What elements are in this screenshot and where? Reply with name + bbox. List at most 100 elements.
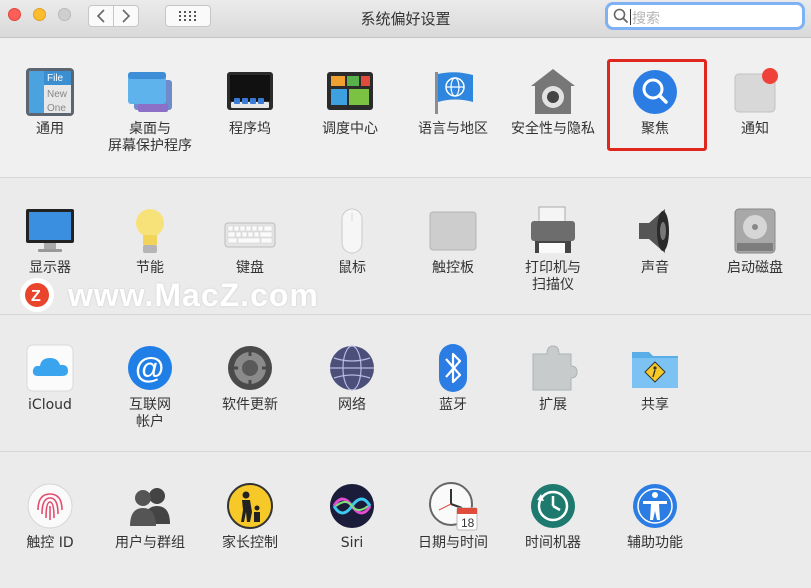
pref-sharing[interactable]: 共享	[605, 342, 705, 414]
pref-label: 用户与群组	[115, 535, 185, 551]
pref-startup-disk[interactable]: 启动磁盘	[705, 205, 805, 277]
bluetooth-icon	[427, 342, 479, 394]
pref-label: 鼠标	[338, 260, 366, 276]
mouse-icon	[326, 205, 378, 257]
pref-general[interactable]: File New One 通用	[0, 66, 100, 138]
pref-network[interactable]: 网络	[302, 342, 402, 414]
display-icon	[24, 205, 76, 257]
pref-date-time[interactable]: 18 日期与时间	[403, 480, 503, 552]
search-placeholder: 搜索	[632, 11, 660, 27]
pref-bluetooth[interactable]: 蓝牙	[403, 342, 503, 414]
pref-label: 语言与地区	[418, 121, 488, 137]
pref-touch-id[interactable]: 触控 ID	[0, 480, 100, 552]
pref-dock[interactable]: 程序坞	[200, 66, 300, 138]
pref-label: 扩展	[539, 397, 567, 413]
pref-siri[interactable]: Siri	[302, 480, 402, 552]
pref-label: 启动磁盘	[727, 260, 783, 276]
touch-id-icon	[24, 480, 76, 532]
pref-label: 互联网	[129, 397, 171, 413]
pref-label: 网络	[338, 397, 366, 413]
pref-accessibility[interactable]: 辅助功能	[605, 480, 705, 552]
startup-disk-icon	[729, 205, 781, 257]
pref-label-line2: 屏幕保护程序	[108, 138, 192, 154]
pref-label: 软件更新	[222, 397, 278, 413]
watermark-text: www.MacZ.com	[68, 276, 319, 313]
mission-control-icon	[324, 66, 376, 118]
pref-label: 键盘	[236, 260, 264, 276]
pref-label-line2: 帐户	[136, 414, 164, 430]
pref-security-privacy[interactable]: 安全性与隐私	[503, 66, 603, 138]
spotlight-highlight-box	[607, 59, 707, 151]
pref-label: 安全性与隐私	[511, 121, 595, 137]
general-icon-text-2: New	[47, 89, 68, 100]
users-groups-icon	[124, 480, 176, 532]
pref-extensions[interactable]: 扩展	[503, 342, 603, 414]
accessibility-icon	[629, 480, 681, 532]
pref-notifications[interactable]: 通知	[705, 66, 805, 138]
pref-desktop-screensaver[interactable]: 桌面与 屏幕保护程序	[100, 66, 200, 155]
pref-label: 桌面与	[129, 121, 171, 137]
language-region-icon	[427, 66, 479, 118]
parental-controls-icon	[224, 480, 276, 532]
pref-keyboard[interactable]: 键盘	[200, 205, 300, 277]
title-bar: 系统偏好设置 搜索	[0, 0, 811, 38]
pref-label: 蓝牙	[439, 397, 467, 413]
pref-label: 时间机器	[525, 535, 581, 551]
pref-displays[interactable]: 显示器	[0, 205, 100, 277]
pref-label: 通用	[36, 121, 64, 137]
pref-label: 触控板	[432, 260, 474, 276]
desktop-screensaver-icon	[124, 66, 176, 118]
general-icon: File New One	[24, 66, 76, 118]
general-icon-text-1: File	[47, 73, 64, 84]
pref-label-line2: 扫描仪	[532, 277, 574, 293]
pref-internet-accounts[interactable]: @ 互联网 帐户	[100, 342, 200, 431]
pref-sound[interactable]: 声音	[605, 205, 705, 277]
text-cursor	[630, 9, 631, 25]
pref-label: 显示器	[29, 260, 71, 276]
printer-icon	[527, 205, 579, 257]
pref-language-region[interactable]: 语言与地区	[403, 66, 503, 138]
pref-label: 共享	[641, 397, 669, 413]
pref-trackpad[interactable]: 触控板	[403, 205, 503, 277]
network-icon	[326, 342, 378, 394]
pref-label: 节能	[136, 260, 164, 276]
pref-label: 日期与时间	[418, 535, 488, 551]
energy-saver-icon	[124, 205, 176, 257]
trackpad-icon	[427, 205, 479, 257]
notifications-icon	[729, 66, 781, 118]
internet-accounts-icon: @	[124, 342, 176, 394]
software-update-icon	[224, 342, 276, 394]
pref-label: 声音	[641, 260, 669, 276]
pref-label: 打印机与	[525, 260, 581, 276]
pref-icloud[interactable]: iCloud	[0, 342, 100, 414]
watermark-logo-letter: Z	[31, 288, 41, 305]
sharing-icon	[629, 342, 681, 394]
pref-mission-control[interactable]: 调度中心	[300, 66, 400, 138]
macz-logo-icon: Z	[20, 278, 54, 312]
icloud-icon	[24, 342, 76, 394]
pref-label: 辅助功能	[627, 535, 683, 551]
date-time-icon: 18	[427, 480, 479, 532]
pref-energy-saver[interactable]: 节能	[100, 205, 200, 277]
sound-icon	[629, 205, 681, 257]
pref-label: 通知	[741, 121, 769, 137]
search-field[interactable]: 搜索	[605, 2, 805, 30]
extensions-icon	[527, 342, 579, 394]
pref-software-update[interactable]: 软件更新	[200, 342, 300, 414]
pref-time-machine[interactable]: 时间机器	[503, 480, 603, 552]
pref-label: 调度中心	[322, 121, 378, 137]
dock-icon	[224, 66, 276, 118]
time-machine-icon	[527, 480, 579, 532]
watermark: Z www.MacZ.com	[20, 277, 319, 313]
pref-label: Siri	[340, 535, 364, 551]
keyboard-icon	[224, 205, 276, 257]
security-privacy-icon	[527, 66, 579, 118]
pref-printers-scanners[interactable]: 打印机与 扫描仪	[503, 205, 603, 294]
pref-label: 程序坞	[229, 121, 271, 137]
pref-parental-controls[interactable]: 家长控制	[200, 480, 300, 552]
pref-users-groups[interactable]: 用户与群组	[100, 480, 200, 552]
pref-label: 触控 ID	[26, 535, 74, 551]
search-icon	[613, 8, 629, 24]
pref-label: 家长控制	[222, 535, 278, 551]
pref-mouse[interactable]: 鼠标	[302, 205, 402, 277]
